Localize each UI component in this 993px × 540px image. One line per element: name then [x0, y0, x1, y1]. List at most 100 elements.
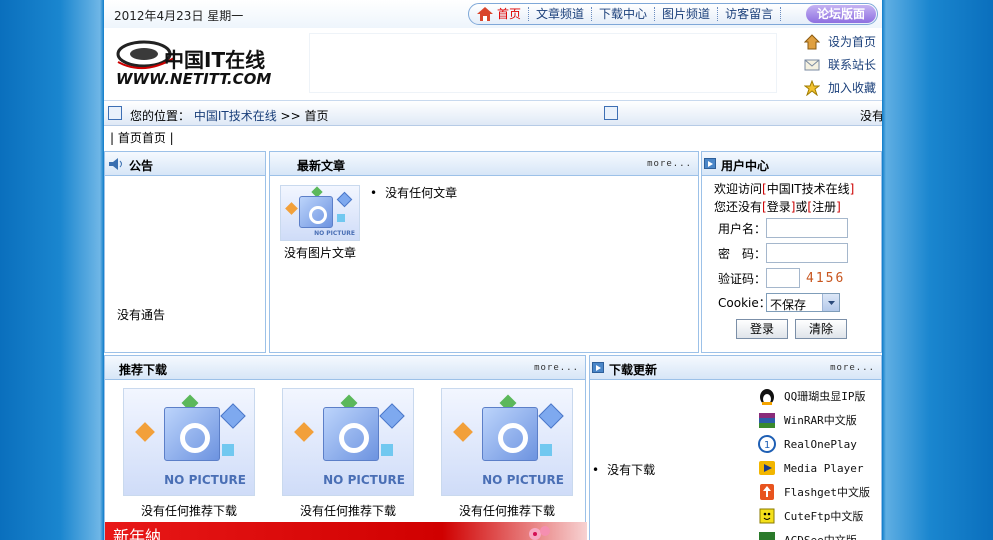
penguin-icon	[758, 387, 776, 405]
login-prompt-line: 您还没有[登录]或[注册]	[714, 200, 841, 214]
password-label: 密 码：	[718, 246, 767, 261]
software-item-winrar[interactable]: WinRAR中文版	[758, 408, 870, 432]
clear-button[interactable]: 清除	[795, 319, 847, 339]
nav-downloads[interactable]: 下载中心	[592, 7, 656, 21]
play-icon	[758, 459, 776, 477]
no-picture-thumbnail: NO PICTURE	[282, 388, 414, 496]
user-center-panel: 用户中心 欢迎访问[中国IT技术在线] 您还没有[登录]或[注册] 用户名： 密…	[701, 151, 882, 353]
welcome-line: 欢迎访问[中国IT技术在线]	[714, 182, 855, 196]
download-updates-header: 下载更新 more...	[590, 356, 881, 380]
software-name: ACDSee中文版	[784, 532, 857, 540]
new-year-promo-banner[interactable]: 新年納	[105, 522, 587, 540]
captcha-label: 验证码：	[718, 271, 767, 286]
no-picture-thumbnail: NO PICTURE	[280, 185, 360, 241]
latest-articles-empty: 没有任何文章	[370, 184, 457, 201]
latest-articles-more-link[interactable]: more...	[647, 159, 692, 169]
login-link[interactable]: 登录	[767, 200, 791, 214]
speaker-icon	[108, 157, 124, 174]
nav-forum-button[interactable]: 论坛版面	[806, 5, 876, 23]
envelope-icon	[804, 57, 820, 73]
acdsee-icon	[758, 531, 776, 540]
software-item-acdsee[interactable]: ACDSee中文版	[758, 528, 870, 540]
nav-articles[interactable]: 文章频道	[529, 7, 593, 21]
software-name: Flashget中文版	[784, 486, 870, 499]
cookie-row: Cookie： 不保存	[718, 293, 840, 312]
current-date: 2012年4月23日 星期一	[114, 9, 244, 23]
user-center-title: 用户中心	[721, 159, 770, 173]
software-item-realone[interactable]: 1 RealOnePlay	[758, 432, 870, 456]
flashget-icon	[758, 483, 776, 501]
notice-panel: 公告 没有通告	[104, 151, 266, 353]
recommended-downloads-title: 推荐下载	[119, 363, 168, 377]
recommend-item-label: 没有任何推荐下载	[458, 504, 555, 518]
password-input[interactable]	[766, 243, 848, 263]
cookie-select[interactable]: 不保存	[766, 293, 840, 312]
contact-admin-link[interactable]: 联系站长	[804, 53, 882, 76]
recommend-item[interactable]: NO PICTURE 没有任何推荐下载	[282, 388, 414, 519]
nav-home[interactable]: 首页	[497, 7, 530, 21]
realplayer-icon: 1	[758, 435, 776, 453]
nav-guestbook[interactable]: 访客留言	[718, 7, 782, 21]
breadcrumb-separator: >>	[280, 109, 301, 123]
software-item-cuteftp[interactable]: CuteFtp中文版	[758, 504, 870, 528]
add-favorite-link[interactable]: 加入收藏	[803, 76, 882, 99]
sub-navigation[interactable]: | 首页首页 |	[104, 128, 882, 148]
register-link[interactable]: 注册	[812, 200, 836, 214]
recommend-item-label: 没有任何推荐下载	[140, 504, 237, 518]
recommended-downloads-more-link[interactable]: more...	[534, 363, 579, 373]
no-picture-label: NO PICTURE	[164, 473, 246, 487]
no-picture-label: NO PICTURE	[323, 473, 405, 487]
contact-admin-label: 联系站长	[828, 58, 877, 72]
set-homepage-link[interactable]: 设为首页	[803, 30, 882, 53]
notice-title: 公告	[129, 159, 154, 173]
breadcrumb-text: 您的位置： 中国IT技术在线 >> 首页	[130, 107, 329, 124]
software-item-qq[interactable]: QQ珊瑚虫显IP版	[758, 384, 870, 408]
software-item-flashget[interactable]: Flashget中文版	[758, 480, 870, 504]
software-item-mediaplayer[interactable]: Media Player	[758, 456, 870, 480]
or-text: 或	[795, 200, 808, 214]
plum-blossom-icon	[525, 524, 555, 540]
marquee-marker-icon	[604, 106, 618, 120]
welcome-prefix: 欢迎访问	[714, 182, 763, 196]
breadcrumb-current: 首页	[304, 109, 329, 123]
recommend-item[interactable]: NO PICTURE 没有任何推荐下载	[441, 388, 573, 519]
set-homepage-label: 设为首页	[828, 35, 877, 49]
favorite-star-icon	[803, 79, 821, 96]
login-button[interactable]: 登录	[736, 319, 788, 339]
chevron-down-icon[interactable]	[822, 294, 839, 311]
software-name: RealOnePlay	[784, 437, 857, 451]
home-icon[interactable]	[477, 7, 493, 21]
add-favorite-label: 加入收藏	[828, 81, 877, 95]
breadcrumb-site-link[interactable]: 中国IT技术在线	[194, 109, 277, 123]
nav-pictures[interactable]: 图片频道	[655, 7, 719, 21]
recommended-downloads-panel: 推荐下载 more... NO PICTURE 没有任何推荐下载 NO PICT…	[104, 355, 587, 540]
recommended-downloads-header: 推荐下载 more...	[105, 356, 585, 380]
username-label: 用户名：	[718, 221, 767, 236]
download-updates-more-link[interactable]: more...	[830, 363, 875, 373]
no-picture-article-text: 没有图片文章	[284, 246, 357, 260]
quick-links: 设为首页 联系站长 加入收藏	[803, 30, 882, 99]
recommend-item-label: 没有任何推荐下载	[299, 504, 396, 518]
notice-header: 公告	[105, 152, 265, 176]
cookie-selected-value: 不保存	[770, 298, 807, 312]
captcha-input[interactable]	[766, 268, 800, 288]
download-updates-panel: 下载更新 more... 没有下载 QQ珊瑚虫显IP版 WinRAR中文版 1 R…	[589, 355, 882, 540]
latest-articles-title: 最新文章	[297, 159, 346, 173]
breadcrumb: 您的位置： 中国IT技术在线 >> 首页 没有	[104, 100, 882, 126]
recommend-item[interactable]: NO PICTURE 没有任何推荐下载	[123, 388, 255, 519]
username-row: 用户名：	[718, 218, 848, 238]
breadcrumb-label: 您的位置：	[130, 109, 191, 123]
software-name: QQ珊瑚虫显IP版	[784, 390, 866, 403]
site-logo[interactable]: 中国IT在线 WWW.NETITT.COM	[114, 32, 284, 92]
user-center-header: 用户中心	[702, 152, 881, 176]
archive-icon	[758, 411, 776, 429]
arrow-icon	[592, 362, 604, 373]
notice-empty-text: 没有通告	[117, 308, 166, 322]
software-name: WinRAR中文版	[784, 414, 857, 427]
download-updates-title: 下载更新	[609, 363, 658, 377]
arrow-icon	[704, 158, 716, 169]
logo-url-text: WWW.NETITT.COM	[116, 70, 272, 88]
username-input[interactable]	[766, 218, 848, 238]
software-name: CuteFtp中文版	[784, 510, 864, 523]
house-icon	[803, 33, 821, 50]
